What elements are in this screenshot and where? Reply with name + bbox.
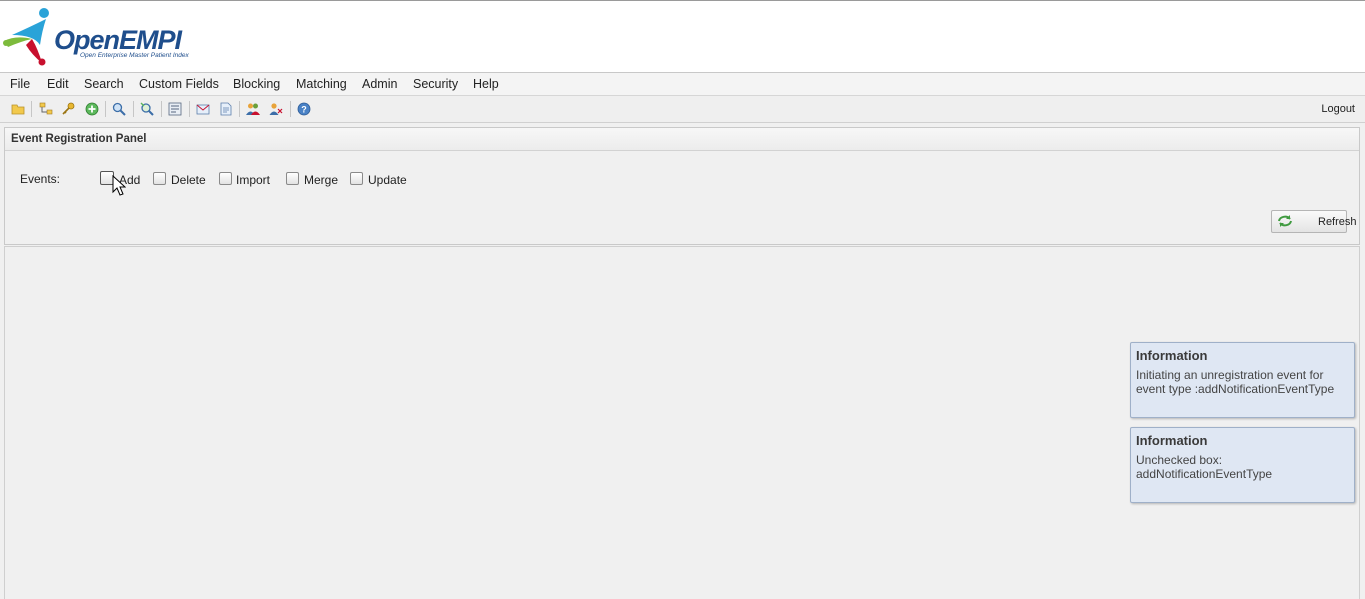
- help-icon[interactable]: ?: [297, 102, 311, 116]
- menu-custom-fields[interactable]: Custom Fields: [139, 77, 219, 91]
- toolbar-separator: [133, 101, 134, 117]
- checkbox-import-label[interactable]: Import: [236, 173, 270, 187]
- checkbox-merge-label[interactable]: Merge: [304, 173, 338, 187]
- key-icon[interactable]: [61, 102, 75, 116]
- add-circle-icon[interactable]: [85, 102, 99, 116]
- event-registration-panel: Event Registration Panel Events: Add Del…: [4, 127, 1360, 245]
- logo-subtitle: Open Enterprise Master Patient Index: [80, 52, 189, 59]
- checkbox-update[interactable]: [350, 172, 363, 185]
- checkbox-merge[interactable]: [286, 172, 299, 185]
- notification-body: Unchecked box: addNotificationEventType: [1136, 453, 1273, 481]
- menu-file[interactable]: File: [10, 77, 30, 91]
- checkbox-delete-label[interactable]: Delete: [171, 173, 206, 187]
- advanced-search-icon[interactable]: [140, 102, 154, 116]
- report-icon[interactable]: [168, 102, 182, 116]
- menu-matching[interactable]: Matching: [296, 77, 347, 91]
- menu-blocking[interactable]: Blocking: [233, 77, 280, 91]
- logo-figure-icon: [3, 8, 49, 66]
- menu-search[interactable]: Search: [84, 77, 124, 91]
- content-area: [4, 246, 1360, 599]
- toolbar-separator: [31, 101, 32, 117]
- checkbox-import[interactable]: [219, 172, 232, 185]
- events-label: Events:: [20, 172, 61, 186]
- checkbox-update-label[interactable]: Update: [368, 173, 407, 187]
- menu-edit[interactable]: Edit: [47, 77, 69, 91]
- logout-link[interactable]: Logout: [1321, 103, 1355, 115]
- search-icon[interactable]: [112, 102, 126, 116]
- notification-title: Information: [1136, 433, 1208, 448]
- notification-body: Initiating an unregistration event for e…: [1136, 368, 1335, 396]
- svg-text:?: ?: [301, 105, 307, 115]
- menu-security[interactable]: Security: [413, 77, 458, 91]
- notification-title: Information: [1136, 348, 1208, 363]
- users-icon[interactable]: [246, 102, 260, 116]
- toolbar-separator: [290, 101, 291, 117]
- open-folder-icon[interactable]: [11, 102, 25, 116]
- toolbar: ? Logout: [0, 96, 1365, 123]
- toolbar-separator: [239, 101, 240, 117]
- panel-title: Event Registration Panel: [11, 133, 147, 145]
- panel-header: Event Registration Panel: [5, 128, 1359, 151]
- toolbar-separator: [105, 101, 106, 117]
- refresh-icon: [1278, 215, 1292, 227]
- openempi-logo: OpenEMPI Open Enterprise Master Patient …: [2, 5, 192, 67]
- checkbox-delete[interactable]: [153, 172, 166, 185]
- notification-info-1: Information Initiating an unregistration…: [1130, 342, 1355, 418]
- tree-icon[interactable]: [39, 102, 53, 116]
- menu-bar: File Edit Search Custom Fields Blocking …: [0, 73, 1365, 96]
- envelope-icon[interactable]: [196, 102, 210, 116]
- document-icon[interactable]: [219, 102, 233, 116]
- refresh-button-label: Refresh: [1318, 216, 1357, 228]
- notification-info-2: Information Unchecked box: addNotificati…: [1130, 427, 1355, 503]
- menu-admin[interactable]: Admin: [362, 77, 397, 91]
- refresh-button[interactable]: Refresh: [1271, 210, 1357, 233]
- app-header: OpenEMPI Open Enterprise Master Patient …: [0, 1, 1365, 73]
- toolbar-separator: [161, 101, 162, 117]
- mouse-cursor-icon: [112, 175, 126, 196]
- toolbar-separator: [189, 101, 190, 117]
- user-link-icon[interactable]: [269, 102, 283, 116]
- menu-help[interactable]: Help: [473, 77, 499, 91]
